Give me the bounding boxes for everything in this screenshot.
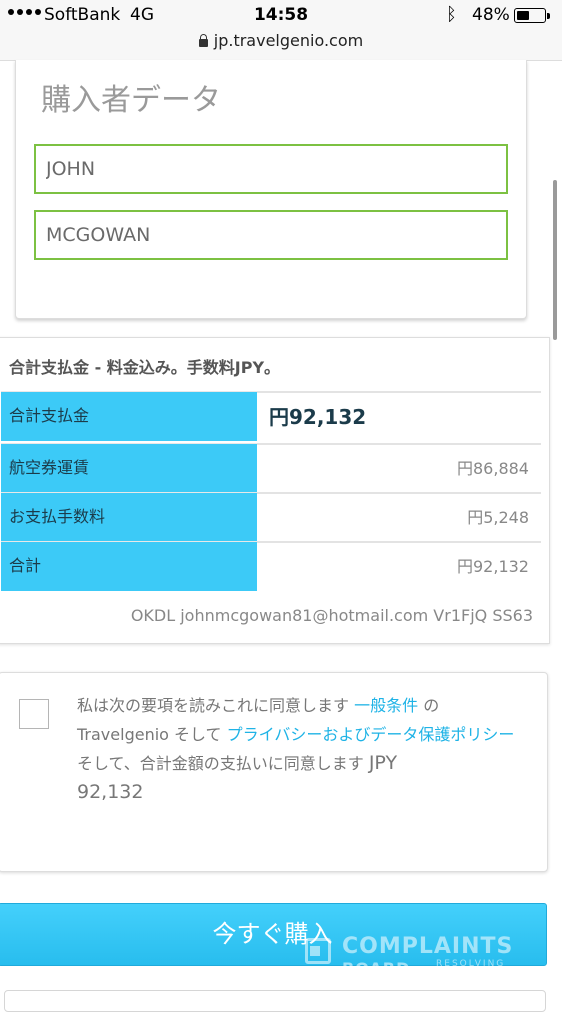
- watermark-line2: BOARD: [342, 959, 411, 978]
- payment-summary-card: 合計支払金 - 料金込み。手数料JPY。 合計支払金 円92,132 航空券運賃…: [0, 337, 550, 644]
- row-label: お支払手数料: [1, 492, 257, 542]
- row-label: 合計: [1, 541, 257, 591]
- amount-value: 92,132: [77, 781, 144, 803]
- battery-icon: [514, 8, 550, 23]
- watermark-line1: COMPLAINTS: [342, 934, 514, 959]
- buyer-data-card: 購入者データ: [15, 60, 527, 319]
- terms-text-part3: そして、合計金額の支払いに同意します: [77, 754, 364, 773]
- complaints-board-watermark: COMPLAINTS BOARD RESOLVING: [302, 934, 532, 978]
- row-value: 円5,248: [257, 492, 541, 544]
- terms-text-part1: 私は次の要項を読みこれに同意します: [77, 696, 350, 715]
- row-value: 円92,132: [257, 541, 541, 593]
- next-section-card: [4, 990, 546, 1012]
- battery-percent: 48%: [472, 5, 510, 25]
- address-bar[interactable]: jp.travelgenio.com: [0, 30, 562, 61]
- summary-header: 合計支払金 - 料金込み。手数料JPY。: [9, 358, 281, 377]
- row-label: 航空券運賃: [1, 443, 257, 493]
- page-scrollbar[interactable]: [553, 180, 557, 340]
- last-name-field[interactable]: [34, 210, 508, 260]
- airfare-row: 航空券運賃 円86,884: [1, 443, 541, 493]
- terms-checkbox[interactable]: [19, 699, 49, 729]
- booking-reference: OKDL johnmcgowan81@hotmail.com Vr1FjQ SS…: [130, 606, 533, 625]
- url-text: jp.travelgenio.com: [213, 31, 364, 50]
- terms-agreement-card: 私は次の要項を読みこれに同意します 一般条件 の Travelgenio そして…: [0, 672, 548, 872]
- payment-fee-row: お支払手数料 円5,248: [1, 492, 541, 542]
- row-value: 円92,132: [257, 391, 541, 443]
- terms-text: 私は次の要項を読みこれに同意します 一般条件 の Travelgenio そして…: [77, 691, 517, 807]
- subtotal-row: 合計 円92,132: [1, 541, 541, 591]
- status-bar: SoftBank 4G 14:58 ᛒ 48%: [0, 0, 562, 30]
- general-conditions-link[interactable]: 一般条件: [354, 696, 418, 715]
- first-name-field[interactable]: [34, 144, 508, 194]
- row-value: 円86,884: [257, 443, 541, 495]
- total-payment-row: 合計支払金 円92,132: [1, 391, 541, 441]
- row-label: 合計支払金: [1, 391, 257, 441]
- lock-icon: [198, 34, 208, 47]
- bluetooth-icon: ᛒ: [446, 4, 457, 25]
- watermark-line3: RESOLVING: [436, 959, 506, 969]
- amount-currency: JPY: [368, 752, 398, 774]
- watermark-logo-icon: [302, 936, 336, 970]
- buyer-data-title: 購入者データ: [41, 83, 221, 118]
- privacy-policy-link[interactable]: プライバシーおよびデータ保護ポリシー: [227, 725, 515, 744]
